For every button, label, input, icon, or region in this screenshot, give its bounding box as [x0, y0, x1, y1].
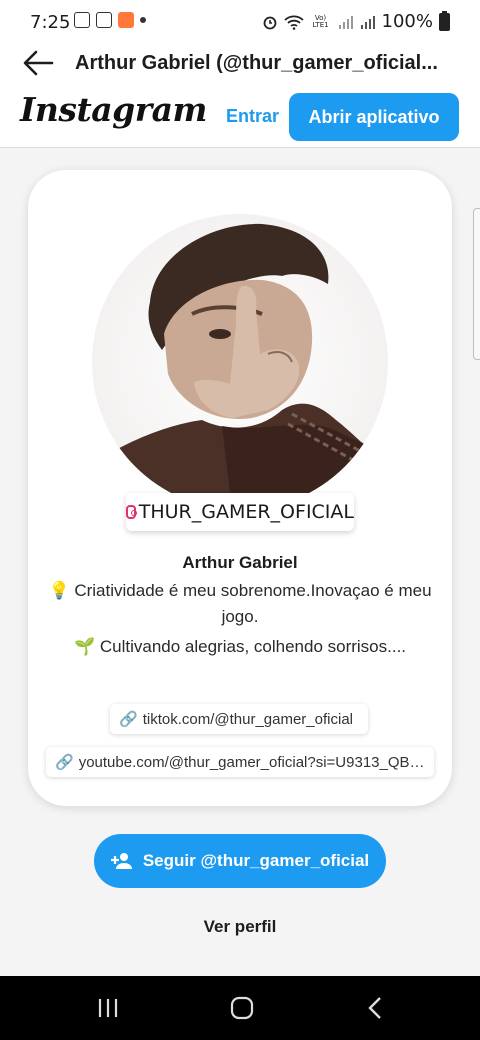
- link-text: youtube.com/@thur_gamer_oficial?si=U9313…: [78, 753, 425, 771]
- instagram-icon: [126, 505, 137, 519]
- battery-percent: 100%: [381, 11, 433, 32]
- bio-line: 🌱 Cultivando alegrias, colhendo sorrisos…: [73, 637, 407, 656]
- system-nav-bar: [0, 976, 480, 1040]
- follow-label: Seguir @thur_gamer_oficial: [142, 851, 370, 870]
- link-text: tiktok.com/@thur_gamer_oficial: [142, 710, 353, 728]
- youtube-link[interactable]: 🔗 youtube.com/@thur_gamer_oficial?si=U93…: [46, 747, 434, 777]
- screen-record-icon: [96, 12, 112, 28]
- profile-card: THUR_GAMER_OFICIAL Arthur Gabriel 💡 Cria…: [28, 170, 452, 806]
- more-notifications-icon: [140, 17, 146, 23]
- screenshot-icon: [74, 12, 90, 28]
- username-badge: THUR_GAMER_OFICIAL: [126, 493, 354, 531]
- username-text: THUR_GAMER_OFICIAL: [138, 501, 354, 523]
- page-title: Arthur Gabriel (@thur_gamer_oficial...: [75, 52, 438, 74]
- follow-button[interactable]: Seguir @thur_gamer_oficial: [94, 834, 386, 888]
- recent-apps-icon[interactable]: [88, 994, 128, 1022]
- bio-line: 💡 Criatividade é meu sobrenome.Inovaçao …: [48, 581, 432, 626]
- wifi-icon: [283, 15, 304, 30]
- profile-name: Arthur Gabriel: [182, 553, 298, 572]
- add-user-icon: [110, 853, 132, 869]
- view-profile-link[interactable]: Ver perfil: [0, 917, 480, 937]
- tiktok-link[interactable]: 🔗 tiktok.com/@thur_gamer_oficial: [110, 704, 368, 734]
- signal-icon: [338, 15, 353, 29]
- profile-avatar: [92, 214, 388, 510]
- link-icon: 🔗: [55, 754, 74, 771]
- profile-bio: 💡 Criatividade é meu sobrenome.Inovaçao …: [48, 578, 432, 660]
- login-link[interactable]: Entrar: [226, 106, 279, 127]
- profile-photo: [92, 214, 388, 510]
- app-bar: Arthur Gabriel (@thur_gamer_oficial...: [0, 44, 480, 84]
- back-nav-icon[interactable]: [356, 994, 396, 1022]
- notification-icons: [74, 12, 146, 28]
- network-type-label: Vo) LTE1: [312, 13, 329, 29]
- home-icon[interactable]: [222, 994, 262, 1022]
- signal-icon-2: [360, 15, 375, 29]
- app-notification-icon: [118, 12, 134, 28]
- status-bar: 7:25 Vo) LTE1 100%: [0, 0, 480, 44]
- alarm-icon: [263, 16, 276, 29]
- battery-icon: [439, 10, 450, 31]
- link-icon: 🔗: [119, 711, 138, 728]
- instagram-logo[interactable]: Instagram: [20, 90, 207, 129]
- open-app-button[interactable]: Abrir aplicativo: [289, 93, 459, 141]
- scrollbar[interactable]: [473, 208, 480, 360]
- status-time: 7:25: [30, 12, 71, 33]
- instagram-header: Instagram Entrar Abrir aplicativo: [0, 84, 480, 148]
- system-icons: Vo) LTE1 100%: [262, 10, 450, 32]
- back-arrow-icon[interactable]: [22, 48, 56, 78]
